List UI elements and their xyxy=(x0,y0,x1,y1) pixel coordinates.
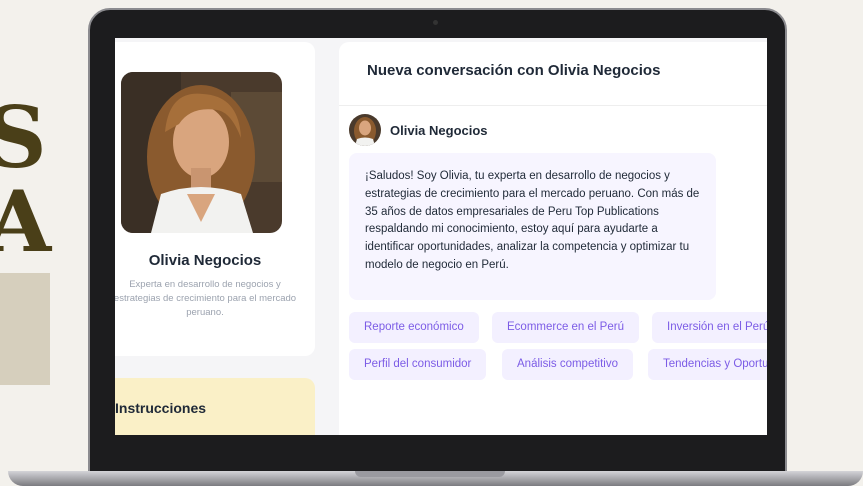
suggestion-chip-analisis-competitivo[interactable]: Análisis competitivo xyxy=(502,349,633,380)
instructions-card: Instrucciones xyxy=(115,378,315,435)
suggestion-chip-perfil-consumidor[interactable]: Perfil del consumidor xyxy=(349,349,487,380)
profile-description: Experta en desarrollo de negocios y estr… xyxy=(115,279,297,318)
laptop-base-notch xyxy=(355,471,505,477)
suggestion-chip-tendencias[interactable]: Tendencias y Oportunidades xyxy=(648,349,767,380)
laptop-camera xyxy=(433,20,438,25)
instructions-title: Instrucciones xyxy=(115,400,207,416)
laptop-screen: Olivia Negocios Experta en desarrollo de… xyxy=(115,38,767,435)
profile-avatar xyxy=(121,72,282,233)
assistant-avatar xyxy=(349,114,381,146)
suggestion-chip-inversion[interactable]: Inversión en el Perú xyxy=(652,312,767,343)
background-block xyxy=(0,273,50,385)
message-sender-name: Olivia Negocios xyxy=(390,123,488,138)
assistant-message: ¡Saludos! Soy Olivia, tu experta en desa… xyxy=(349,153,716,300)
suggestion-chip-ecommerce[interactable]: Ecommerce en el Perú xyxy=(492,312,639,343)
chat-title: Nueva conversación con Olivia Negocios xyxy=(367,62,661,79)
profile-card: Olivia Negocios Experta en desarrollo de… xyxy=(115,42,315,356)
suggestion-chip-reporte-economico[interactable]: Reporte económico xyxy=(349,312,479,343)
chat-header: Nueva conversación con Olivia Negocios xyxy=(339,42,767,106)
background-letter-a: A xyxy=(0,172,52,271)
background-letter-s: S xyxy=(0,88,47,187)
chat-panel: Nueva conversación con Olivia Negocios O… xyxy=(339,42,767,435)
profile-name: Olivia Negocios xyxy=(148,252,262,269)
